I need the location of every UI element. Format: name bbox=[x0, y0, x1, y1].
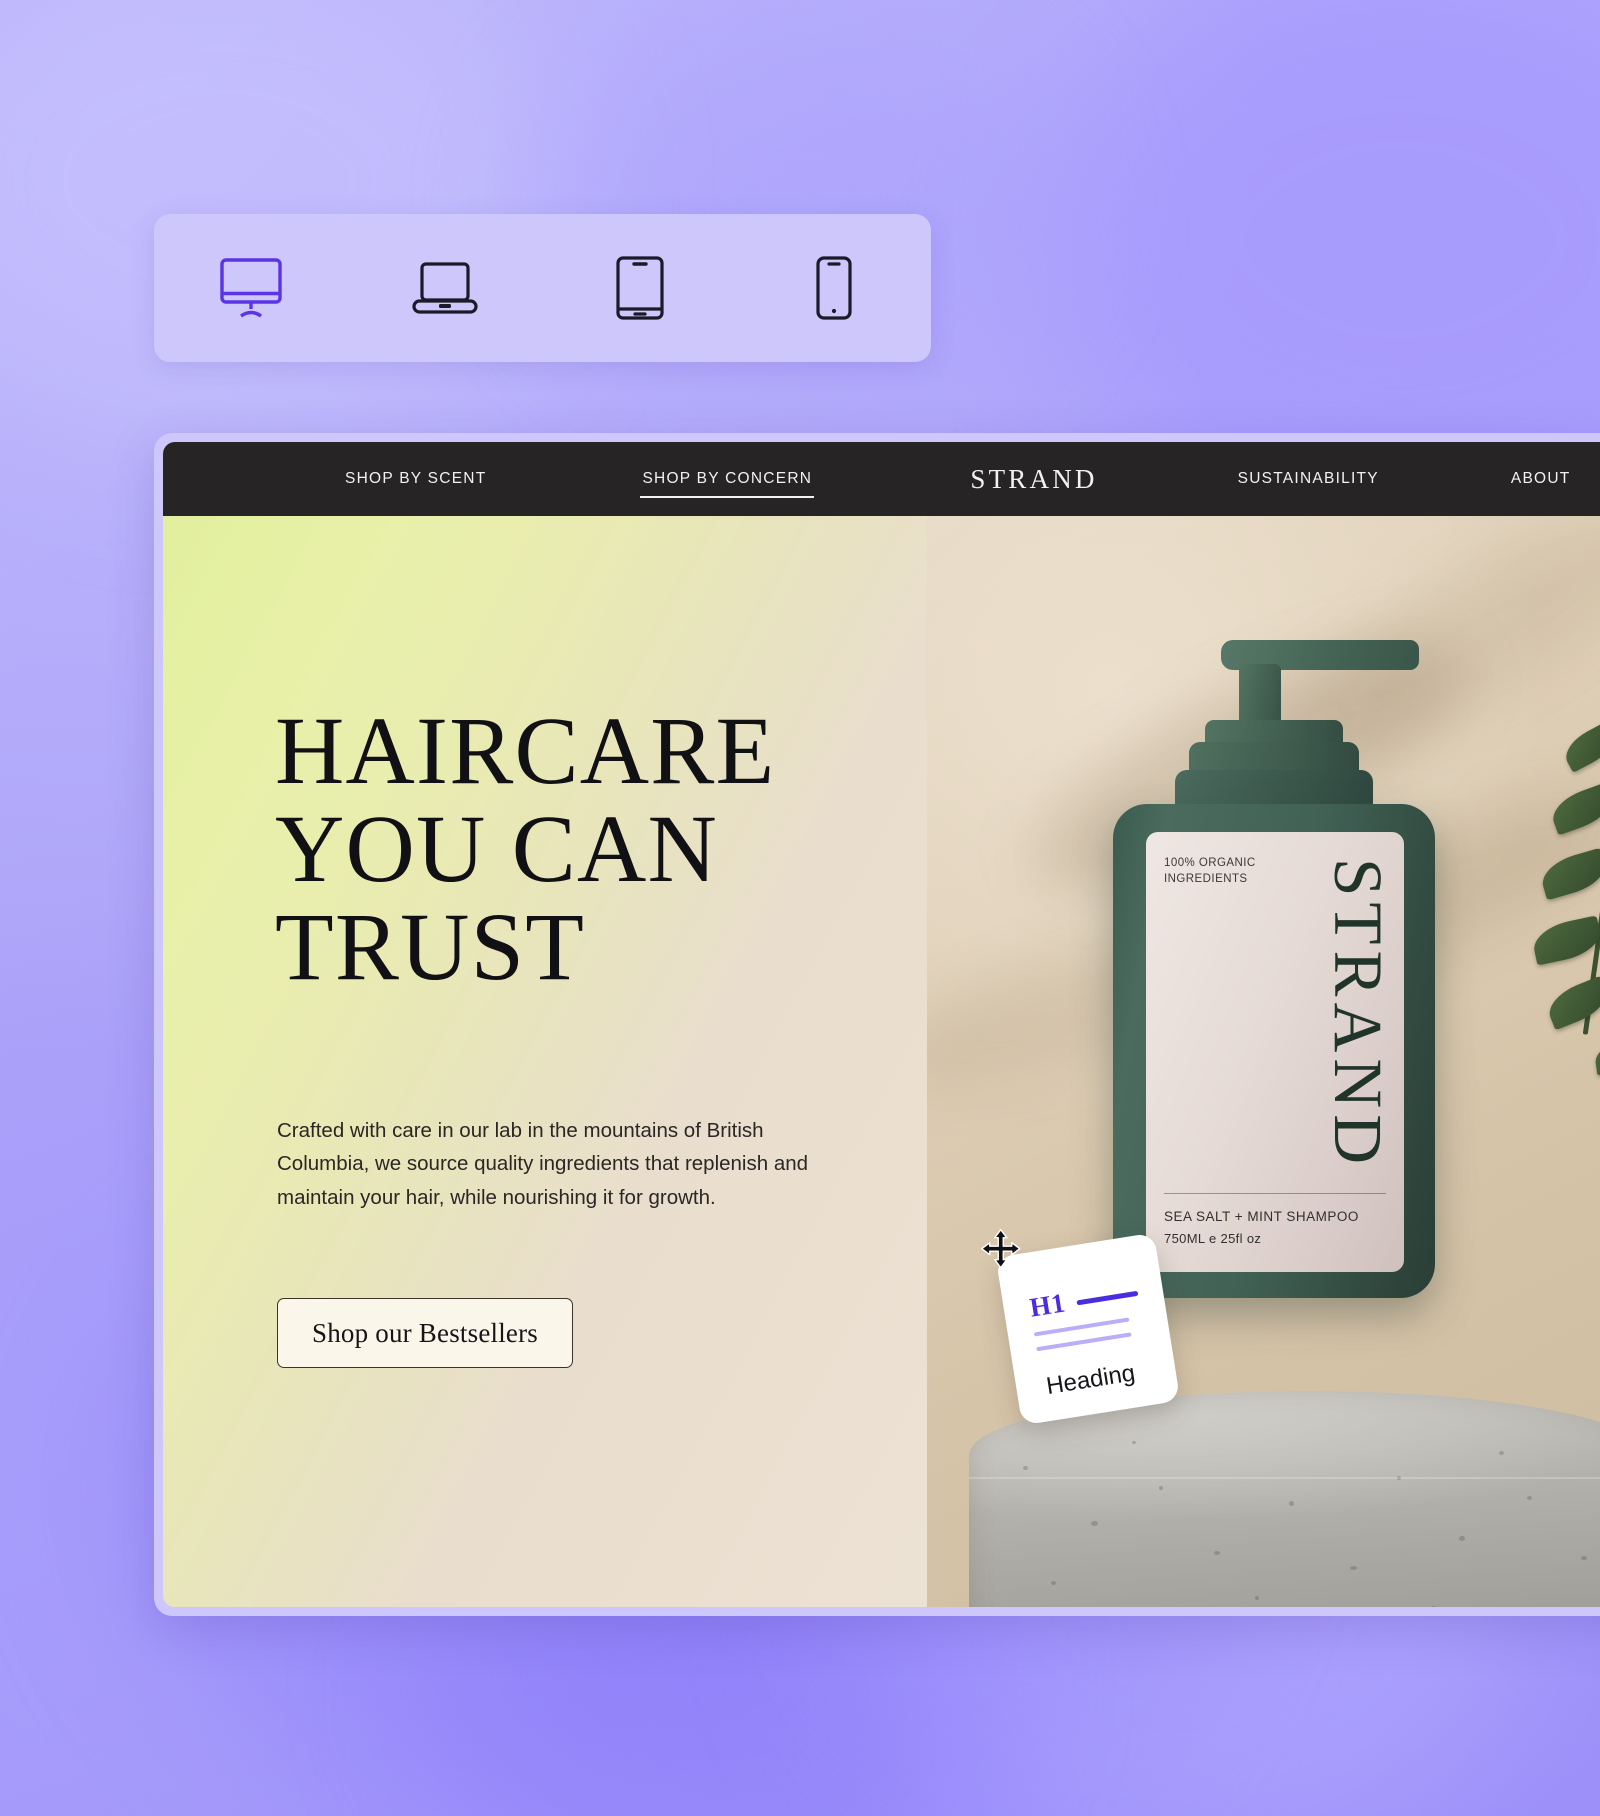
label-brand-vertical: STRAND bbox=[1320, 858, 1396, 1171]
device-toggle-desktop[interactable]: Desktop bbox=[203, 240, 299, 336]
label-volume: 750ML e 25fl oz bbox=[1164, 1231, 1262, 1246]
site-brand-logo[interactable]: STRAND bbox=[942, 464, 1125, 495]
hero-body-text: Crafted with care in our lab in the moun… bbox=[277, 1119, 809, 1209]
heading-block-drag-widget[interactable]: H1 Heading bbox=[981, 1228, 1181, 1426]
mobile-phone-icon bbox=[815, 255, 853, 321]
move-four-arrows-icon bbox=[979, 1227, 1023, 1276]
widget-placeholder-line bbox=[1033, 1317, 1130, 1337]
hero-copy-panel: HAIRCARE YOU CAN TRUST Crafted with care… bbox=[163, 516, 927, 1607]
label-organic-claim: 100% ORGANIC INGREDIENTS bbox=[1164, 857, 1256, 885]
label-product-name: SEA SALT + MINT SHAMPOO bbox=[1164, 1209, 1359, 1224]
nav-link-shop-by-concern[interactable]: SHOP BY CONCERN bbox=[640, 464, 815, 498]
nav-link-about[interactable]: ABOUT bbox=[1509, 464, 1573, 494]
widget-h1-tag: H1 bbox=[1027, 1287, 1068, 1323]
site-navigation-bar: SHOP BY SCENT SHOP BY CONCERN STRAND SUS… bbox=[163, 442, 1600, 516]
nav-left-group: SHOP BY SCENT SHOP BY CONCERN bbox=[163, 464, 942, 498]
widget-accent-line bbox=[1076, 1290, 1139, 1306]
device-toggle-laptop[interactable]: Laptop bbox=[397, 240, 493, 336]
hero-headline: HAIRCARE YOU CAN TRUST bbox=[275, 697, 776, 1000]
product-label: 100% ORGANIC INGREDIENTS STRAND SEA SALT… bbox=[1146, 832, 1404, 1272]
shampoo-bottle: 100% ORGANIC INGREDIENTS STRAND SEA SALT… bbox=[1113, 640, 1435, 1298]
laptop-icon bbox=[411, 260, 479, 316]
label-divider bbox=[1164, 1193, 1386, 1194]
nav-link-sustainability[interactable]: SUSTAINABILITY bbox=[1236, 464, 1381, 494]
stone-pedestal bbox=[969, 1391, 1600, 1607]
shop-bestsellers-button[interactable]: Shop our Bestsellers bbox=[277, 1298, 573, 1368]
tablet-icon bbox=[615, 255, 665, 321]
plant-decoration bbox=[1455, 696, 1600, 1256]
preview-viewport: SHOP BY SCENT SHOP BY CONCERN STRAND SUS… bbox=[163, 442, 1600, 1607]
desktop-monitor-icon bbox=[219, 257, 283, 319]
device-toggle-mobile[interactable]: Mobile bbox=[786, 240, 882, 336]
device-toggle-tablet[interactable]: Tablet bbox=[592, 240, 688, 336]
device-preview-toolbar: Desktop Laptop Tablet bbox=[154, 214, 931, 362]
website-preview-window: SHOP BY SCENT SHOP BY CONCERN STRAND SUS… bbox=[154, 433, 1600, 1616]
nav-right-group: SUSTAINABILITY ABOUT bbox=[1126, 463, 1600, 495]
hero-product-image: 100% ORGANIC INGREDIENTS STRAND SEA SALT… bbox=[927, 516, 1600, 1607]
hero-section: HAIRCARE YOU CAN TRUST Crafted with care… bbox=[163, 516, 1600, 1607]
nav-link-shop-by-scent[interactable]: SHOP BY SCENT bbox=[343, 464, 488, 494]
label-bottom-group: SEA SALT + MINT SHAMPOO 750ML e 25fl oz bbox=[1164, 1209, 1359, 1246]
